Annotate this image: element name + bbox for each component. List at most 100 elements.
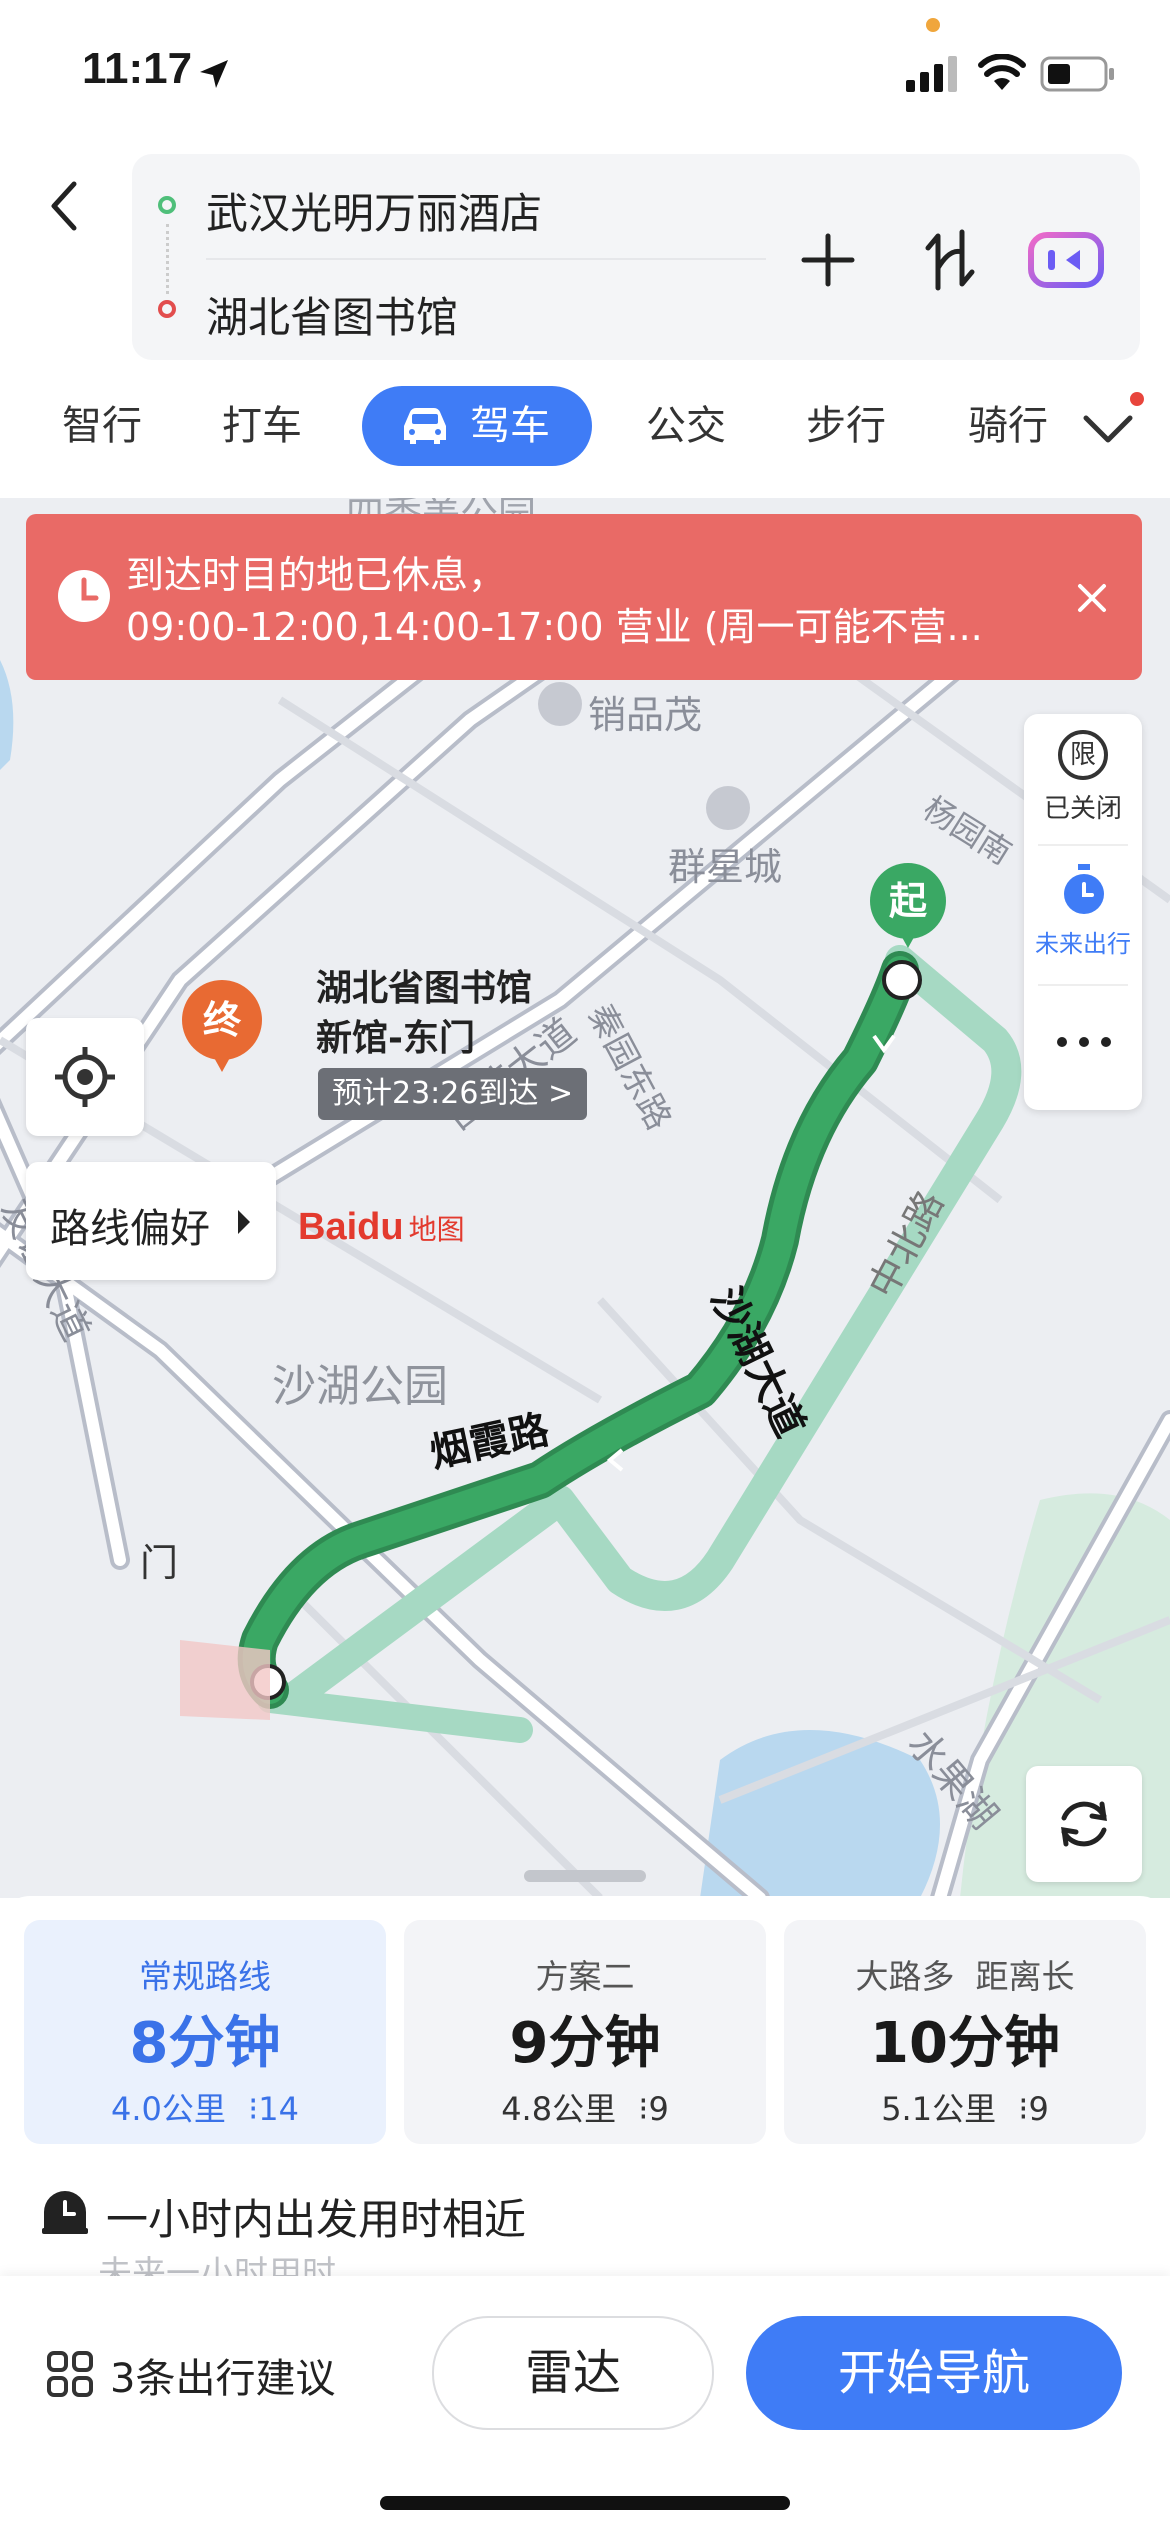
status-time: 11:17 — [82, 44, 193, 93]
route-card-distance: 4.8公里 — [501, 2090, 617, 2128]
clock-icon — [42, 2191, 88, 2234]
route-card-distance: 5.1公里 — [881, 2090, 997, 2128]
route-card-lights: 14 — [258, 2090, 299, 2128]
map-label-qunxingcheng: 群星城 — [668, 845, 783, 889]
route-options-sheet: 常规路线 8分钟 4.0公里 ⁝14 方案二 9分钟 4.8公里 ⁝9 大路多 … — [0, 1896, 1170, 2294]
route-connector — [166, 224, 171, 294]
start-marker[interactable]: 起 — [870, 863, 946, 939]
chevron-down-icon[interactable] — [1082, 412, 1134, 448]
locate-icon — [55, 1047, 115, 1107]
caret-right-icon — [238, 1210, 250, 1234]
route-card-meta: 4.0公里 ⁝14 — [24, 2084, 386, 2130]
route-card-label: 常规路线 — [139, 1957, 271, 1996]
status-bar: 11:17 — [0, 0, 1170, 150]
traffic-restriction-button[interactable]: 限 已关闭 — [1024, 730, 1142, 840]
divider — [1038, 984, 1128, 986]
route-card-lights: 9 — [648, 2090, 669, 2128]
route-card-lights: 9 — [1028, 2090, 1049, 2128]
route-preference-button[interactable]: 路线偏好 — [26, 1162, 276, 1280]
traffic-light-icon: ⁝ — [1018, 2090, 1029, 2128]
destination-field[interactable]: 湖北省图书馆 — [206, 284, 458, 345]
tab-walk[interactable]: 步行 — [806, 386, 886, 466]
back-arrow-icon[interactable] — [44, 176, 84, 236]
tab-taxi[interactable]: 打车 — [222, 386, 302, 466]
car-icon — [404, 408, 446, 444]
route-card-2[interactable]: 方案二 9分钟 4.8公里 ⁝9 — [404, 1920, 766, 2144]
alert-line1: 到达时目的地已休息， — [126, 553, 507, 597]
future-travel-label: 未来出行 — [1035, 930, 1131, 958]
route-card-meta: 4.8公里 ⁝9 — [404, 2084, 766, 2130]
start-navigation-button[interactable]: 开始导航 — [746, 2316, 1122, 2430]
close-icon[interactable] — [1074, 580, 1110, 616]
radar-button[interactable]: 雷达 — [432, 2316, 714, 2430]
traffic-light-icon: ⁝ — [638, 2090, 649, 2128]
route-card-label: 大路多 距离长 — [855, 1957, 1075, 1996]
location-arrow-icon — [200, 60, 228, 88]
divider — [206, 258, 766, 260]
tab-drive-label: 驾车 — [470, 403, 550, 449]
map-label-xiaopinmao: 销品茂 — [588, 693, 703, 737]
bottom-action-bar: 3条出行建议 雷达 开始导航 — [0, 2276, 1170, 2532]
cellular-signal-icon — [906, 56, 957, 92]
restriction-label: 已关闭 — [1043, 794, 1122, 824]
route-card-meta: 5.1公里 ⁝9 — [784, 2084, 1146, 2130]
route-preference-label: 路线偏好 — [50, 1206, 210, 1252]
route-input-box: 武汉光明万丽酒店 湖北省图书馆 — [132, 154, 1140, 360]
future-travel-button[interactable]: 未来出行 — [1024, 864, 1142, 974]
suggestions-label: 3条出行建议 — [110, 2356, 336, 2402]
tab-smart[interactable]: 智行 — [62, 386, 142, 466]
traffic-light-icon: ⁝ — [248, 2090, 259, 2128]
end-marker-tip — [212, 1054, 232, 1072]
privacy-dot-icon — [926, 18, 940, 32]
route-card-time: 9分钟 — [509, 2011, 661, 2076]
departure-hint: 一小时内出发用时相近 — [106, 2195, 527, 2244]
route-header: 武汉光明万丽酒店 湖北省图书馆 智行 打车 驾车 公交 步行 骑行 — [0, 150, 1170, 490]
assistant-icon[interactable] — [1028, 232, 1104, 288]
refresh-button[interactable] — [1026, 1766, 1142, 1882]
battery-icon — [1040, 56, 1114, 92]
baidu-logo-text: Baidu — [298, 1206, 404, 1248]
closed-alert-banner: 到达时目的地已休息， 09:00-12:00,14:00-17:00 营业 (周… — [26, 514, 1142, 680]
map-label-shahu-park: 沙湖公园 — [272, 1361, 448, 1412]
start-marker-tip — [898, 930, 918, 948]
route-card-3[interactable]: 大路多 距离长 10分钟 5.1公里 ⁝9 — [784, 1920, 1146, 2144]
timer-icon — [1064, 864, 1104, 914]
route-card-time: 10分钟 — [870, 2011, 1060, 2076]
baidu-logo-map: 地图 — [408, 1213, 465, 1246]
add-waypoint-icon[interactable] — [800, 232, 856, 288]
end-marker-label: 终 — [202, 998, 241, 1042]
restriction-icon: 限 — [1058, 730, 1108, 780]
wifi-icon — [978, 54, 1026, 90]
notification-dot — [1130, 392, 1144, 406]
locate-button[interactable] — [26, 1018, 144, 1136]
alert-line2: 09:00-12:00,14:00-17:00 营业 (周一可能不营... — [126, 605, 983, 649]
start-marker-label: 起 — [888, 879, 927, 923]
destination-dot-icon — [158, 300, 176, 318]
home-indicator — [380, 2496, 790, 2510]
baidu-logo: Baidu 地图 — [298, 1206, 465, 1266]
origin-dot-icon — [158, 196, 176, 214]
route-card-label: 方案二 — [535, 1957, 635, 1996]
refresh-icon — [1061, 1801, 1107, 1847]
route-card-time: 8分钟 — [129, 2011, 281, 2076]
map-view[interactable]: 四季美公园 销品茂 群星城 杨园南 团结大道 秦园东路 友谊大道 沙湖公园 沙湖… — [0, 498, 1170, 1898]
swap-route-icon[interactable] — [922, 228, 978, 292]
route-card-distance: 4.0公里 — [111, 2090, 226, 2128]
destination-map-label: 湖北省图书馆新馆-东门 — [316, 968, 533, 1059]
map-right-panel: 限 已关闭 未来出行 — [1024, 714, 1142, 1110]
origin-field[interactable]: 武汉光明万丽酒店 — [206, 180, 542, 241]
more-icon[interactable] — [1054, 1034, 1114, 1050]
travel-mode-tabs: 智行 打车 驾车 公交 步行 骑行 — [0, 386, 1170, 480]
suggestions-button[interactable]: 3条出行建议 — [46, 2330, 386, 2410]
grid-icon — [47, 2351, 93, 2397]
divider — [1038, 844, 1128, 846]
clock-icon — [58, 570, 110, 622]
route-card-1[interactable]: 常规路线 8分钟 4.0公里 ⁝14 — [24, 1920, 386, 2144]
tab-transit[interactable]: 公交 — [646, 386, 726, 466]
end-marker[interactable]: 终 — [182, 980, 262, 1060]
sheet-handle[interactable] — [524, 1870, 646, 1882]
eta-badge[interactable]: 预计23:26到达 > — [318, 1068, 588, 1120]
map-label-men: 门 — [140, 1541, 179, 1585]
tab-drive[interactable]: 驾车 — [362, 386, 592, 466]
tab-bike[interactable]: 骑行 — [968, 386, 1048, 466]
